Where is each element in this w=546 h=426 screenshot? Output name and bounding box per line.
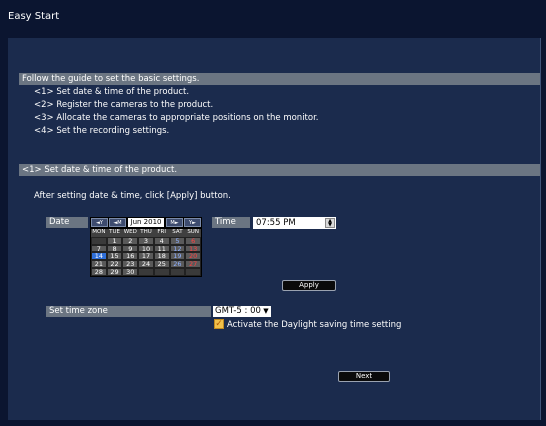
calendar-day[interactable]: 25 <box>153 260 170 268</box>
calendar-day[interactable]: 14 <box>91 252 107 260</box>
prev-year-button[interactable]: ◄Y <box>91 218 108 227</box>
calendar-day[interactable]: 15 <box>106 252 123 260</box>
time-input[interactable]: 07:55 PM ▲ ▼ <box>253 217 336 229</box>
apply-button[interactable]: Apply <box>282 280 336 291</box>
weekday-header: MON <box>91 229 107 237</box>
calendar-empty-cell <box>138 267 154 276</box>
calendar-day[interactable]: 11 <box>153 244 170 252</box>
calendar-day[interactable]: 4 <box>153 236 170 245</box>
instruction-text: After setting date & time, click [Apply]… <box>34 191 231 201</box>
calendar-day[interactable]: 1 <box>106 236 123 245</box>
window-title: Easy Start <box>8 11 60 22</box>
calendar-day[interactable]: 17 <box>138 252 154 260</box>
calendar-day[interactable]: 20 <box>185 252 201 260</box>
time-spinner[interactable]: ▲ ▼ <box>325 218 335 228</box>
calendar-day[interactable]: 19 <box>169 252 186 260</box>
next-month-button[interactable]: M► <box>166 218 183 227</box>
calendar-day[interactable]: 18 <box>153 252 170 260</box>
weekday-header: FRI <box>153 229 170 237</box>
calendar-header: ◄Y ◄M Jun 2010 M► Y► <box>91 218 201 228</box>
month-year-display: Jun 2010 <box>128 218 164 227</box>
step-2-text: <2> Register the cameras to the product. <box>34 100 214 110</box>
calendar-empty-cell <box>153 267 170 276</box>
calendar-grid: MON TUE WED THU FRI SAT SUN 1 2 3 4 5 6 7 8 9 10 11 12 13 14… <box>91 229 201 276</box>
section-header: <1> Set date & time of the product. <box>19 164 540 176</box>
calendar-day[interactable]: 21 <box>91 260 107 268</box>
timezone-value: GMT-5 : 00 <box>215 306 261 316</box>
weekday-header: SUN <box>185 229 201 237</box>
title-bar: Easy Start <box>0 0 546 38</box>
prev-month-button[interactable]: ◄M <box>109 218 126 227</box>
calendar-day[interactable]: 30 <box>122 267 139 276</box>
time-label: Time <box>212 217 250 228</box>
intro-header: Follow the guide to set the basic settin… <box>19 73 540 85</box>
calendar-day[interactable]: 2 <box>122 236 139 245</box>
checkmark-icon: ✓ <box>215 319 223 329</box>
dst-label: Activate the Daylight saving time settin… <box>227 320 402 330</box>
calendar-day[interactable]: 6 <box>185 236 201 245</box>
weekday-header: THU <box>138 229 154 237</box>
step-4-text: <4> Set the recording settings. <box>34 126 170 136</box>
calendar-day[interactable]: 24 <box>138 260 154 268</box>
calendar-day[interactable]: 7 <box>91 244 107 252</box>
calendar-day[interactable]: 3 <box>138 236 154 245</box>
calendar-day[interactable]: 8 <box>106 244 123 252</box>
calendar-day[interactable]: 10 <box>138 244 154 252</box>
next-button[interactable]: Next <box>338 371 390 382</box>
next-year-button[interactable]: Y► <box>184 218 201 227</box>
weekday-header: WED <box>122 229 139 237</box>
calendar-empty-cell <box>185 267 201 276</box>
timezone-select[interactable]: GMT-5 : 00 ▼ <box>213 306 271 317</box>
calendar-day[interactable]: 5 <box>169 236 186 245</box>
dst-checkbox[interactable]: ✓ <box>214 319 224 329</box>
calendar-day[interactable]: 28 <box>91 267 107 276</box>
chevron-down-icon[interactable]: ▼ <box>261 306 271 317</box>
calendar-day[interactable]: 13 <box>185 244 201 252</box>
step-1-text: <1> Set date & time of the product. <box>34 87 190 97</box>
calendar: ◄Y ◄M Jun 2010 M► Y► MON TUE WED THU FRI SAT S… <box>90 217 202 277</box>
timezone-label: Set time zone <box>46 306 211 317</box>
calendar-day[interactable]: 12 <box>169 244 186 252</box>
spin-down-icon[interactable]: ▼ <box>328 222 332 228</box>
date-label: Date <box>46 217 88 228</box>
calendar-day[interactable]: 22 <box>106 260 123 268</box>
calendar-day[interactable]: 23 <box>122 260 139 268</box>
calendar-empty-cell <box>91 236 107 245</box>
weekday-header: TUE <box>106 229 123 237</box>
calendar-day[interactable]: 29 <box>106 267 123 276</box>
calendar-day[interactable]: 26 <box>169 260 186 268</box>
calendar-day[interactable]: 9 <box>122 244 139 252</box>
calendar-empty-cell <box>169 267 186 276</box>
time-value: 07:55 PM <box>256 218 296 228</box>
calendar-day[interactable]: 16 <box>122 252 139 260</box>
step-3-text: <3> Allocate the cameras to appropriate … <box>34 113 319 123</box>
weekday-header: SAT <box>169 229 186 237</box>
calendar-day[interactable]: 27 <box>185 260 201 268</box>
